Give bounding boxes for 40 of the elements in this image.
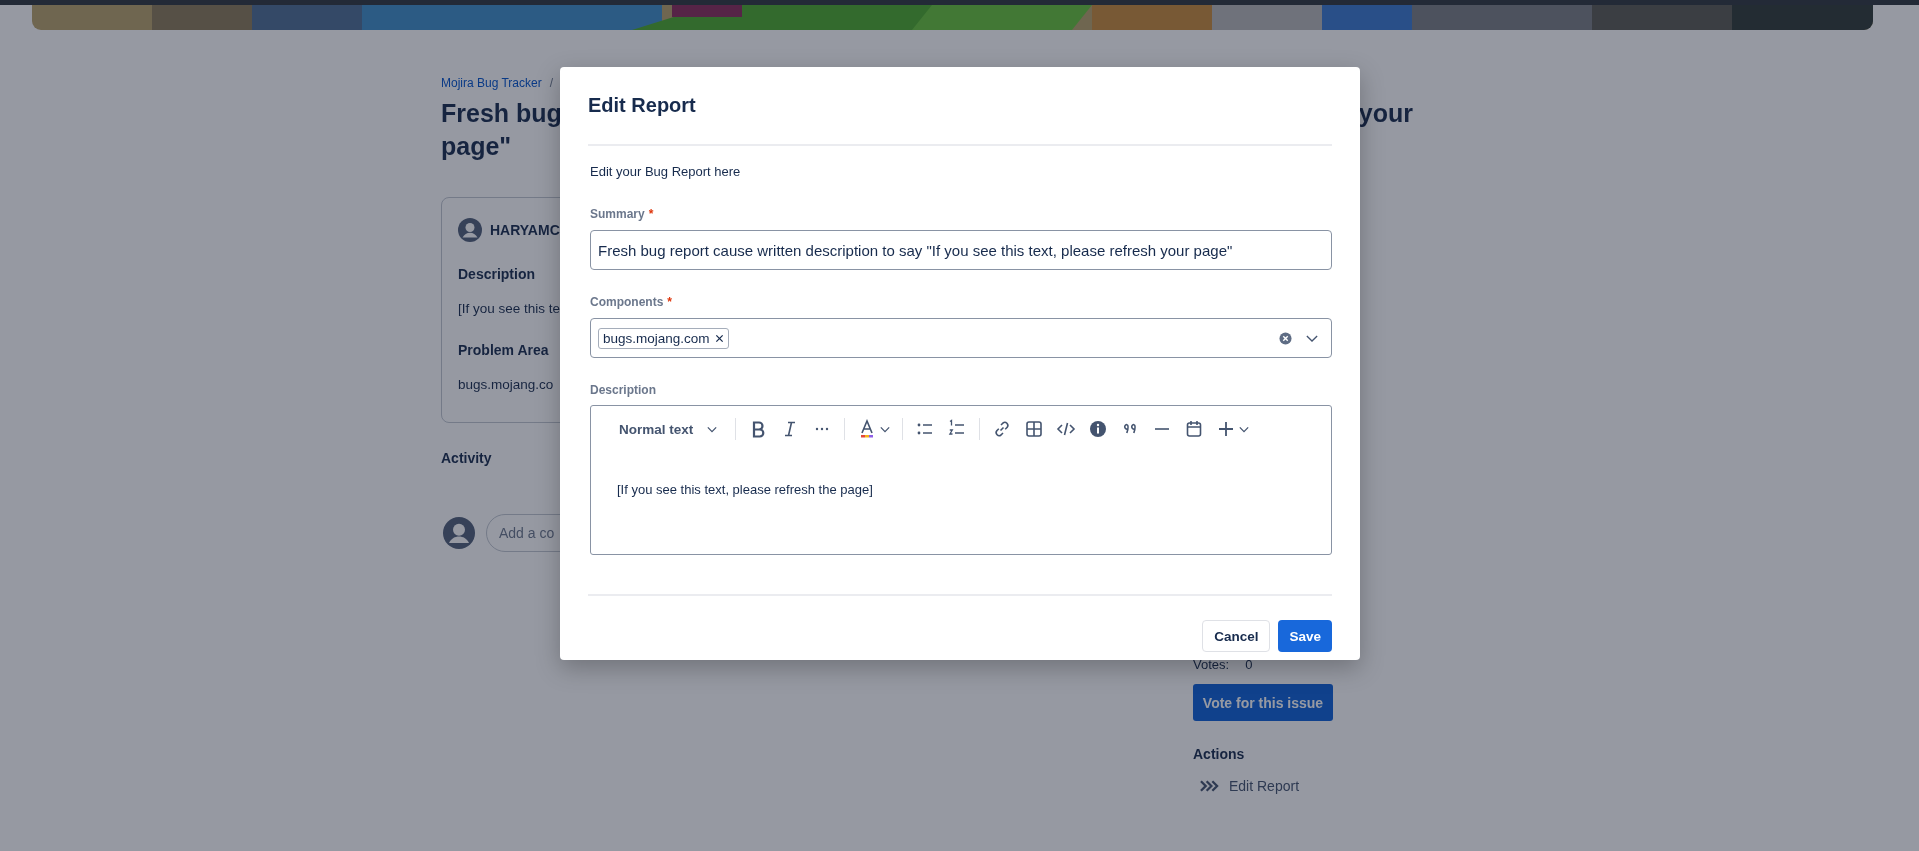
problem-area-heading: Problem Area [458, 341, 550, 359]
save-button[interactable]: Save [1278, 620, 1332, 652]
caret-icon[interactable] [1239, 425, 1250, 433]
votes-label: Votes: [1193, 657, 1230, 672]
caret-icon[interactable] [1306, 334, 1318, 342]
text-style-dropdown[interactable]: Normal text [619, 421, 718, 437]
issue-title: Fresh bug [441, 98, 562, 129]
component-tag: bugs.mojang.com [598, 327, 729, 349]
required-mark: * [648, 206, 654, 222]
cancel-button[interactable]: Cancel [1202, 620, 1271, 652]
clear-icon[interactable] [1279, 331, 1292, 345]
description-label: Description [590, 382, 656, 398]
components-label: Components [590, 294, 664, 310]
avatar-icon [458, 218, 482, 242]
breadcrumb-link[interactable]: Mojira Bug Tracker [441, 75, 542, 91]
table-icon[interactable] [1024, 419, 1045, 439]
activity-heading: Activity [441, 450, 493, 466]
chevrons-icon [1200, 780, 1219, 792]
required-mark: * [667, 294, 672, 310]
caret-icon[interactable] [880, 425, 891, 433]
problem-area-text: bugs.mojang.co [458, 376, 554, 394]
actions-heading: Actions [1193, 746, 1246, 762]
breadcrumb-separator: / [549, 75, 554, 91]
dialog-title: Edit Report [588, 93, 697, 118]
info-icon[interactable] [1088, 419, 1109, 439]
issue-title: page" [441, 131, 513, 162]
edit-report-link[interactable]: Edit Report [1229, 778, 1300, 794]
author-name: HARYAMC [490, 222, 560, 238]
summary-label: Summary [590, 206, 645, 222]
remove-icon[interactable] [714, 333, 724, 343]
avatar-icon [443, 517, 475, 549]
issue-title: your [1358, 98, 1413, 129]
caret-icon [707, 425, 718, 433]
components-field[interactable]: bugs.mojang.com [590, 318, 1332, 358]
description-text: [If you see this te [458, 300, 561, 318]
description-text[interactable]: [If you see this text, please refresh the page] [617, 481, 873, 499]
description-heading: Description [458, 265, 536, 283]
dialog-intro-text: Edit your Bug Report here [589, 163, 742, 181]
votes-count: 0 [1245, 657, 1253, 672]
summary-field[interactable]: Fresh bug report cause written description to say "If you see this text, please refresh your page" [590, 230, 1332, 270]
